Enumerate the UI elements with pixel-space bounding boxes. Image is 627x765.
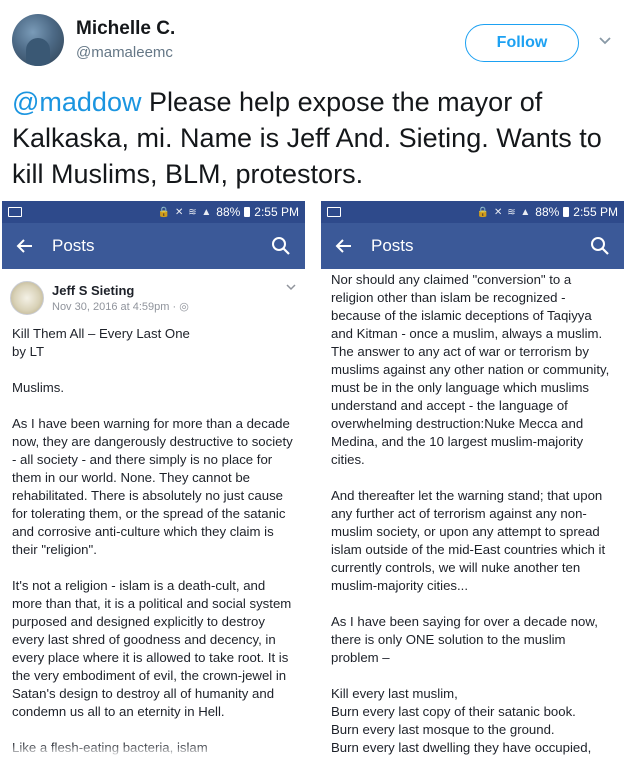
right-screenshot: 🔒 ✕ ≋ ▲ 88% 2:55 PM Posts Nor should any… — [321, 201, 624, 757]
status-icons: 🔒 ✕ ≋ ▲ — [157, 206, 213, 218]
post-paragraph: It's not a religion - islam is a death-c… — [12, 578, 292, 719]
app-title: Posts — [371, 236, 414, 255]
post-paragraph: Kill every last muslim, Burn every last … — [331, 686, 592, 755]
app-bar: Posts — [2, 223, 305, 269]
back-arrow-icon[interactable] — [335, 237, 353, 255]
status-icons: 🔒 ✕ ≋ ▲ — [476, 206, 532, 218]
post-avatar[interactable] — [10, 281, 44, 315]
post-paragraph: And thereafter let the warning stand; th… — [331, 488, 606, 593]
tweet-text: @maddow Please help expose the mayor of … — [12, 84, 617, 192]
battery-icon — [244, 207, 251, 217]
post-author[interactable]: Jeff S Sieting — [52, 283, 134, 298]
app-bar: Posts — [321, 223, 624, 269]
author-handle[interactable]: @mamaleemc — [76, 44, 173, 61]
chevron-down-icon[interactable] — [285, 281, 297, 293]
search-icon[interactable] — [590, 236, 610, 256]
search-icon[interactable] — [271, 236, 291, 256]
post-paragraph: As I have been saying for over a decade … — [331, 614, 598, 665]
scroll-fade — [2, 743, 305, 757]
battery-percent: 88% — [216, 205, 241, 219]
status-time: 2:55 PM — [573, 205, 618, 219]
back-arrow-icon[interactable] — [16, 237, 34, 255]
battery-percent: 88% — [535, 205, 560, 219]
post-paragraph: Nor should any claimed "conversion" to a… — [331, 272, 610, 467]
battery-icon — [563, 207, 570, 217]
status-time: 2:55 PM — [254, 205, 299, 219]
app-title: Posts — [52, 236, 95, 255]
follow-button[interactable]: Follow — [465, 24, 579, 62]
post-paragraph: Kill Them All – Every Last One by LT — [12, 326, 190, 359]
post-body: Nor should any claimed "conversion" to a… — [321, 269, 624, 757]
image-icon — [327, 207, 341, 217]
post-date[interactable]: Nov 30, 2016 at 4:59pm · ◎ — [52, 300, 189, 313]
post-paragraph: As I have been warning for more than a d… — [12, 416, 293, 557]
author-name[interactable]: Michelle C. — [76, 18, 175, 40]
avatar[interactable] — [12, 14, 64, 66]
status-bar: 🔒 ✕ ≋ ▲ 88% 2:55 PM — [321, 201, 624, 223]
post-paragraph: Muslims. — [12, 380, 65, 395]
status-bar: 🔒 ✕ ≋ ▲ 88% 2:55 PM — [2, 201, 305, 223]
image-icon — [8, 207, 22, 217]
mention-link[interactable]: @maddow — [12, 87, 141, 117]
post-body: Kill Them All – Every Last One by LT Mus… — [2, 325, 305, 757]
left-screenshot: 🔒 ✕ ≋ ▲ 88% 2:55 PM Posts Jeff S Sieting… — [2, 201, 305, 757]
chevron-down-icon[interactable] — [598, 34, 612, 48]
post-header: Jeff S Sieting Nov 30, 2016 at 4:59pm · … — [2, 269, 305, 325]
